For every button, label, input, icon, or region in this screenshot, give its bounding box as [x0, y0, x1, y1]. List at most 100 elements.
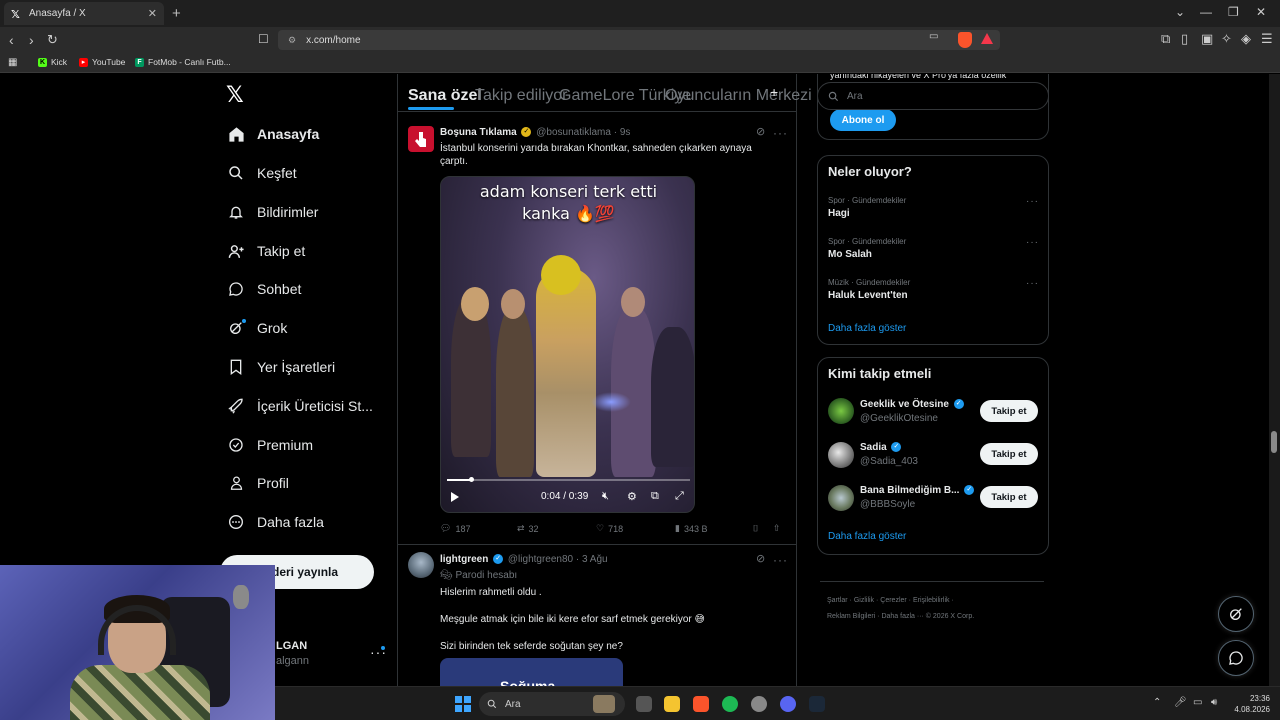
extensions-icon[interactable]: ⧉ — [1161, 31, 1170, 47]
site-info-icon[interactable]: ⚙ — [288, 35, 296, 46]
leo-ai-icon[interactable]: ✧ — [1221, 31, 1232, 47]
trends-show-more-link[interactable]: Daha fazla göster — [828, 323, 906, 334]
grok-fab-button[interactable] — [1218, 596, 1254, 632]
video-progress-bar[interactable] — [447, 479, 690, 481]
discord-icon[interactable] — [780, 696, 796, 712]
sidebar-item-profile[interactable]: Profil — [227, 470, 289, 496]
back-icon[interactable]: ‹ — [9, 32, 14, 48]
tweet-more-icon[interactable]: ··· — [773, 553, 788, 567]
bookmark-tweet-icon[interactable]: ⌷ — [753, 523, 758, 534]
follow-button[interactable]: Takip et — [980, 486, 1038, 508]
microphone-icon[interactable]: 🎤︎ — [1174, 697, 1187, 708]
footer-links[interactable]: Şartlar · Gizlilik · Çerezler · Erişileb… — [827, 597, 954, 604]
pip-icon[interactable]: ⧉ — [651, 490, 659, 503]
follow-button[interactable]: Takip et — [980, 443, 1038, 465]
x-logo-icon[interactable]: 𝕏 — [226, 82, 244, 108]
tweet-author-name[interactable]: Boşuna Tıklama — [440, 127, 517, 138]
grok-explain-icon[interactable]: ⊘ — [756, 125, 766, 138]
close-window-button[interactable]: ✕ — [1256, 5, 1266, 19]
tray-overflow-icon[interactable]: ⌃ — [1153, 697, 1161, 708]
sidebar-item-explore[interactable]: Keşfet — [227, 160, 297, 186]
sidebar-item-grok[interactable]: Grok — [227, 315, 287, 341]
sidebar-item-chat[interactable]: Sohbet — [227, 276, 301, 302]
sidebar-item-creator-studio[interactable]: İçerik Üreticisi St... — [227, 393, 373, 419]
reload-icon[interactable]: ↻ — [47, 32, 58, 48]
wallet-icon[interactable]: ▣ — [1201, 31, 1213, 47]
retweet-button[interactable]: ⇄ 32 — [517, 523, 539, 534]
views-button[interactable]: ▮ 343 B — [675, 523, 707, 534]
tweet-media-card[interactable]: Soğuma — [440, 658, 623, 686]
tab-oyuncular[interactable]: Oyuncuların Merkezi — [665, 87, 812, 105]
page-scrollbar[interactable] — [1269, 74, 1280, 686]
follow-show-more-link[interactable]: Daha fazla göster — [828, 531, 906, 542]
task-view-icon[interactable] — [636, 696, 652, 712]
app-icon[interactable] — [751, 696, 767, 712]
like-button[interactable]: ♡ 718 — [596, 523, 623, 534]
sidebar-item-bookmarks[interactable]: Yer İşaretleri — [227, 354, 335, 380]
brave-rewards-icon[interactable] — [981, 33, 993, 44]
start-button[interactable] — [455, 696, 471, 712]
apps-grid-icon[interactable]: ▦ — [8, 57, 17, 68]
follow-name[interactable]: Sadia ✓ — [860, 442, 903, 453]
brave-shields-icon[interactable] — [958, 32, 972, 48]
follow-avatar[interactable] — [828, 398, 854, 424]
system-clock[interactable]: 23:36 4.08.2026 — [1230, 693, 1270, 715]
sidebar-icon[interactable]: ▯ — [1181, 31, 1188, 47]
menu-icon[interactable]: ☰ — [1261, 31, 1273, 47]
follow-name[interactable]: Bana Bilmediğim B... ✓ — [860, 485, 976, 496]
tweet-avatar[interactable] — [408, 552, 434, 578]
tab-for-you[interactable]: Sana özel — [408, 87, 482, 105]
sidebar-item-follow[interactable]: Takip et — [227, 238, 305, 264]
sidebar-item-notifications[interactable]: Bildirimler — [227, 199, 318, 225]
tab-following[interactable]: Takip ediliyor — [475, 87, 567, 105]
minimize-button[interactable]: — — [1200, 5, 1212, 19]
sidebar-item-premium[interactable]: Premium — [227, 432, 313, 458]
tweet-handle[interactable]: @bosunatiklama — [536, 127, 611, 138]
steam-icon[interactable] — [809, 696, 825, 712]
spotify-icon[interactable] — [722, 696, 738, 712]
settings-icon[interactable]: ⚙ — [627, 490, 637, 503]
subscribe-button[interactable]: Abone ol — [830, 109, 896, 131]
network-icon[interactable]: ▭ — [1193, 697, 1202, 708]
bookmark-page-icon[interactable]: ☐ — [258, 32, 269, 46]
volume-icon[interactable]: 🔊︎ — [1211, 697, 1217, 708]
url-bar[interactable]: ⚙ x.com/home — [278, 30, 1000, 50]
add-tab-icon[interactable]: + — [770, 84, 778, 100]
bookmark-youtube[interactable]: ▸ YouTube — [79, 57, 125, 67]
trend-name[interactable]: Haluk Levent'ten — [828, 290, 908, 301]
tweet-author-name[interactable]: lightgreen — [440, 554, 488, 565]
tweet-video[interactable]: adam konseri terk etti kanka 🔥💯 0:04 / 0… — [440, 176, 695, 513]
tweet-avatar[interactable] — [408, 126, 434, 152]
messages-fab-button[interactable] — [1218, 640, 1254, 676]
sidebar-item-home[interactable]: Anasayfa — [227, 121, 319, 147]
cast-icon[interactable]: ▭ — [929, 31, 938, 42]
sidebar-item-more[interactable]: Daha fazla — [227, 509, 324, 535]
follow-button[interactable]: Takip et — [980, 400, 1038, 422]
maximize-button[interactable]: ❐ — [1228, 5, 1239, 19]
close-tab-icon[interactable]: ✕ — [148, 7, 157, 20]
reply-button[interactable]: 💬︎ 187 — [440, 523, 470, 534]
scrollbar-thumb[interactable] — [1271, 431, 1277, 453]
trend-more-icon[interactable]: ··· — [1026, 278, 1039, 289]
tweet-more-icon[interactable]: ··· — [773, 126, 788, 140]
follow-avatar[interactable] — [828, 442, 854, 468]
new-tab-button[interactable]: + — [172, 5, 181, 22]
brave-browser-icon[interactable] — [693, 696, 709, 712]
tweet-time[interactable]: 3 Ağu — [582, 554, 608, 565]
bookmark-kick[interactable]: K Kick — [38, 57, 67, 67]
search-input[interactable]: Ara — [817, 82, 1049, 110]
follow-name[interactable]: Geeklik ve Ötesine ✓ — [860, 399, 966, 410]
follow-avatar[interactable] — [828, 485, 854, 511]
fullscreen-icon[interactable]: ⤢ — [675, 490, 684, 503]
vpn-icon[interactable]: ◈ — [1241, 31, 1251, 47]
play-icon[interactable] — [451, 492, 459, 502]
trend-name[interactable]: Mo Salah — [828, 249, 872, 260]
trend-more-icon[interactable]: ··· — [1026, 196, 1039, 207]
file-explorer-icon[interactable] — [664, 696, 680, 712]
taskbar-search[interactable]: Ara — [479, 692, 625, 716]
grok-explain-icon[interactable]: ⊘ — [756, 552, 766, 565]
share-icon[interactable]: ⇧ — [773, 523, 781, 534]
bookmark-fotmob[interactable]: F FotMob - Canlı Futb... — [135, 57, 231, 67]
mute-icon[interactable]: 🔇︎ — [602, 490, 609, 503]
account-switcher[interactable]: LGAN algann — [276, 640, 309, 667]
